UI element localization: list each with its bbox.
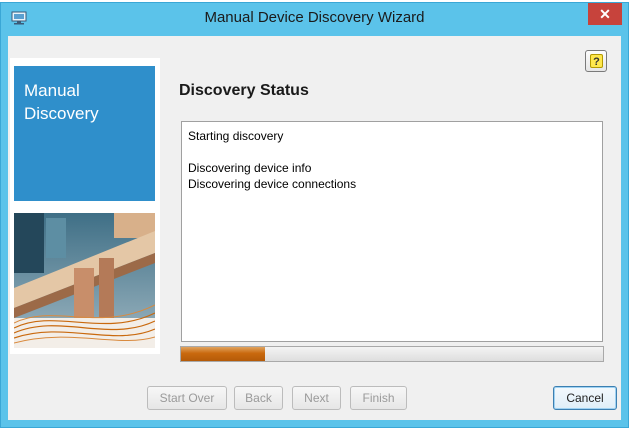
help-button[interactable]: ? [585,50,607,72]
side-panel-title-line2: Discovery [24,104,99,123]
status-line: Starting discovery [188,129,284,143]
cancel-button[interactable]: Cancel [553,386,617,410]
status-log[interactable]: Starting discovery Discovering device in… [181,121,603,342]
progress-bar-fill [181,347,266,361]
back-button[interactable]: Back [234,386,283,410]
page-title: Discovery Status [179,82,309,99]
wizard-window: Manual Device Discovery Wizard ✕ ? Manua… [0,2,629,428]
progress-bar [180,346,604,362]
status-line [188,144,596,160]
side-panel-title-line1: Manual [24,81,80,100]
start-over-button[interactable]: Start Over [147,386,227,410]
side-panel-image [14,213,155,348]
side-panel-title-box: Manual Discovery [14,66,155,201]
status-line: Discovering device connections [188,177,357,191]
wizard-client-area: ? Manual Discovery Discovery Status Star… [8,36,621,420]
close-icon: ✕ [599,6,611,22]
help-icon: ? [590,54,603,68]
title-bar[interactable]: Manual Device Discovery Wizard ✕ [1,3,628,35]
window-title: Manual Device Discovery Wizard [204,9,425,26]
status-line: Discovering device info [188,161,312,175]
side-panel: Manual Discovery [10,58,160,354]
next-button[interactable]: Next [292,386,341,410]
finish-button[interactable]: Finish [350,386,407,410]
close-button[interactable]: ✕ [588,3,622,25]
